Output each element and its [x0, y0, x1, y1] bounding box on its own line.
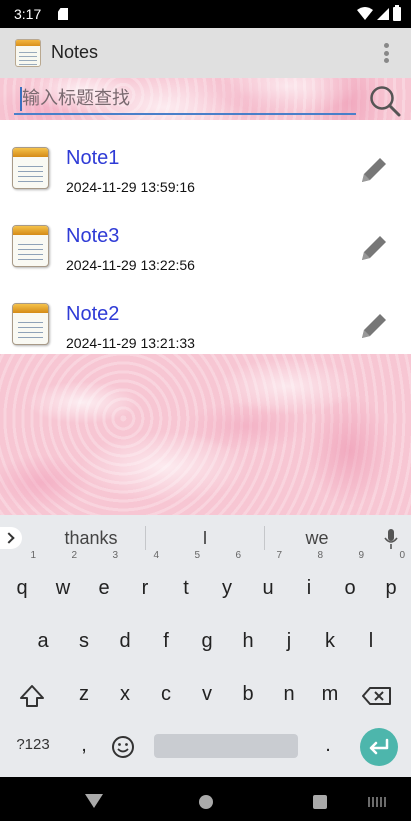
suggestion-2[interactable]: I [150, 528, 260, 549]
key-q[interactable]: q1 [2, 551, 42, 611]
app-notes-icon [15, 39, 41, 67]
key-g[interactable]: g [187, 618, 227, 664]
key-m[interactable]: m [310, 671, 350, 717]
key-hint: 3 [112, 550, 118, 561]
battery-icon [393, 5, 401, 21]
status-icons [357, 5, 401, 21]
chevron-right-icon[interactable] [0, 527, 22, 549]
note-icon [12, 147, 49, 189]
comma-key[interactable]: , [64, 722, 104, 768]
list-item[interactable]: Note1 2024-11-29 13:59:16 [0, 120, 411, 198]
key-x[interactable]: x [105, 671, 145, 717]
background-texture [0, 354, 411, 515]
key-t[interactable]: t5 [166, 551, 206, 611]
status-bar: 3:17 [0, 0, 411, 28]
key-b[interactable]: b [228, 671, 268, 717]
note-timestamp: 2024-11-29 13:22:56 [66, 257, 195, 273]
navigation-bar [0, 777, 411, 821]
signal-icon [377, 8, 389, 20]
edit-pencil-icon[interactable] [358, 232, 390, 264]
space-key[interactable] [154, 734, 298, 758]
note-title: Note2 [66, 303, 120, 325]
app-title: Notes [51, 42, 99, 62]
key-hint: 9 [358, 550, 364, 561]
key-hint: 8 [317, 550, 323, 561]
key-p[interactable]: p0 [371, 551, 411, 611]
home-icon[interactable] [199, 795, 213, 809]
period-key[interactable]: . [308, 722, 348, 768]
search-bar [0, 78, 411, 120]
note-icon [12, 303, 49, 345]
suggestion-3[interactable]: we [262, 528, 372, 549]
key-d[interactable]: d [105, 618, 145, 664]
key-z[interactable]: z [64, 671, 104, 717]
search-input[interactable] [14, 83, 356, 115]
note-list: Note1 2024-11-29 13:59:16 Note3 2024-11-… [0, 120, 411, 354]
key-hint: 6 [235, 550, 241, 561]
key-j[interactable]: j [269, 618, 309, 664]
suggestion-1[interactable]: thanks [36, 528, 146, 549]
note-timestamp: 2024-11-29 13:21:33 [66, 335, 195, 351]
recents-icon[interactable] [313, 795, 327, 809]
emoji-icon[interactable] [111, 735, 135, 759]
enter-icon [369, 738, 389, 755]
key-e[interactable]: e3 [84, 551, 124, 611]
key-u[interactable]: u7 [248, 551, 288, 611]
symbols-key[interactable]: ?123 [12, 722, 54, 768]
wifi-icon [357, 7, 373, 20]
search-icon[interactable] [368, 84, 402, 118]
app-bar: Notes [0, 28, 411, 78]
key-s[interactable]: s [64, 618, 104, 664]
key-hint: 5 [194, 550, 200, 561]
key-hint: 1 [30, 550, 36, 561]
list-item[interactable]: Note3 2024-11-29 13:22:56 [0, 198, 411, 276]
note-timestamp: 2024-11-29 13:59:16 [66, 179, 195, 195]
note-title: Note1 [66, 147, 120, 169]
shift-icon[interactable] [14, 678, 50, 714]
key-hint: 4 [153, 550, 159, 561]
key-o[interactable]: o9 [330, 551, 370, 611]
key-l[interactable]: l [351, 618, 391, 664]
key-a[interactable]: a [23, 618, 63, 664]
key-k[interactable]: k [310, 618, 350, 664]
key-y[interactable]: y6 [207, 551, 247, 611]
key-hint: 7 [276, 550, 282, 561]
divider [145, 526, 146, 550]
overflow-menu-icon[interactable] [383, 43, 389, 63]
edit-pencil-icon[interactable] [358, 310, 390, 342]
key-v[interactable]: v [187, 671, 227, 717]
keyboard-switch-icon[interactable] [368, 797, 386, 807]
soft-keyboard: thanks I we q1w2e3r4t5y6u7i8o9p0 asdfghj… [0, 515, 411, 777]
backspace-icon[interactable] [360, 678, 396, 714]
sd-card-icon [58, 8, 68, 20]
status-time: 3:17 [14, 6, 42, 22]
key-r[interactable]: r4 [125, 551, 165, 611]
key-hint: 2 [71, 550, 77, 561]
key-i[interactable]: i8 [289, 551, 329, 611]
key-h[interactable]: h [228, 618, 268, 664]
text-cursor [20, 87, 22, 111]
note-title: Note3 [66, 225, 120, 247]
list-item[interactable]: Note2 2024-11-29 13:21:33 [0, 276, 411, 354]
edit-pencil-icon[interactable] [358, 154, 390, 186]
key-w[interactable]: w2 [43, 551, 83, 611]
key-hint: 0 [399, 550, 405, 561]
back-icon[interactable] [85, 794, 103, 808]
enter-key[interactable] [360, 728, 398, 766]
suggestion-strip: thanks I we [0, 515, 411, 561]
mic-icon[interactable] [384, 529, 398, 549]
key-f[interactable]: f [146, 618, 186, 664]
note-icon [12, 225, 49, 267]
key-c[interactable]: c [146, 671, 186, 717]
key-n[interactable]: n [269, 671, 309, 717]
